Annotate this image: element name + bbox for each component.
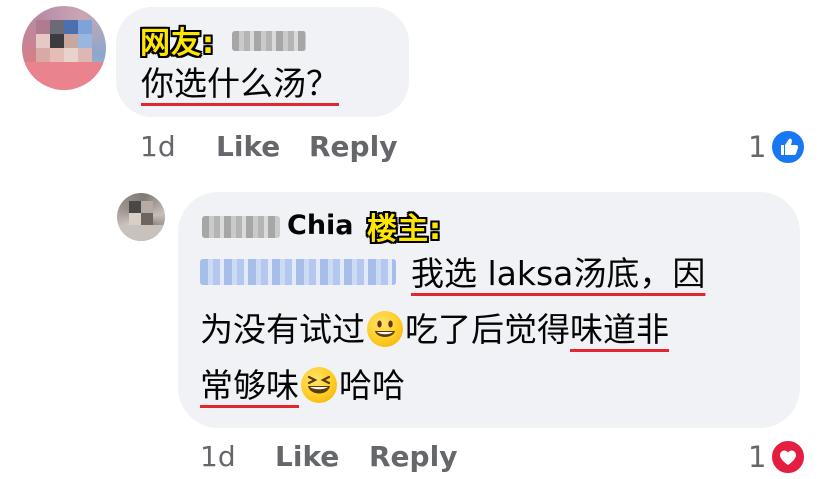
comment-timestamp[interactable]: 1d [140,130,176,163]
reply-line3-underlined: 常够味 [200,366,299,405]
commenter-avatar[interactable] [22,6,106,90]
reaction-count[interactable]: 1 [748,130,766,164]
heart-icon [780,450,796,465]
like-reaction-icon[interactable] [770,129,806,165]
reply-line1-text: 我选 laksa汤底，因 [411,254,706,293]
smiling-emoji-icon [367,311,403,347]
reply-timestamp[interactable]: 1d [200,440,236,473]
reply-line2-middle: 吃了后觉得 [405,310,570,349]
reply-reaction-count[interactable]: 1 [748,440,766,474]
author-avatar[interactable] [117,193,165,241]
reply-like-button[interactable]: Like [275,440,339,473]
laughing-squint-emoji-icon [301,367,337,403]
comment-text: 你选什么汤？ [141,64,339,103]
author-name[interactable]: Chia [287,210,354,241]
love-reaction-icon[interactable] [770,439,806,475]
blurred-mention[interactable] [200,259,396,285]
op-tag: 楼主: [367,212,442,247]
reply-line2-start: 为没有试过 [200,310,365,349]
blurred-commenter-name[interactable] [232,31,306,51]
reply-line2-underlined: 味道非 [570,310,669,349]
reply-line1-underlined: 我选 laksa汤底，因 [411,254,705,293]
blurred-author-name[interactable] [202,216,280,238]
like-button[interactable]: Like [216,130,280,163]
reply-reply-button[interactable]: Reply [369,440,457,473]
reply-button[interactable]: Reply [309,130,397,163]
reply-line3-end: 哈哈 [339,366,405,405]
thumbs-up-icon [781,138,799,155]
